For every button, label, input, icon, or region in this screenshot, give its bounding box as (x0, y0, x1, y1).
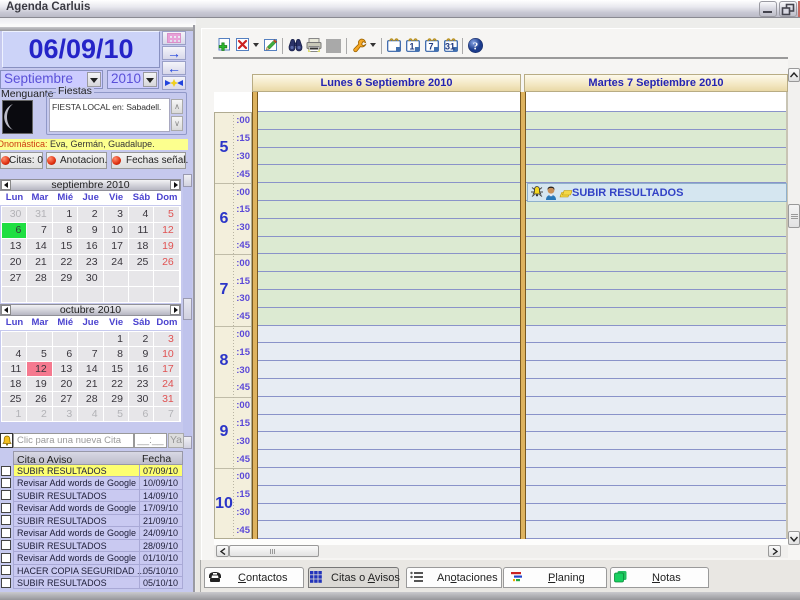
svg-text:?: ? (473, 41, 479, 53)
svg-text:31: 31 (445, 42, 455, 52)
svg-text:7: 7 (428, 42, 433, 52)
svg-text:1: 1 (409, 42, 414, 52)
